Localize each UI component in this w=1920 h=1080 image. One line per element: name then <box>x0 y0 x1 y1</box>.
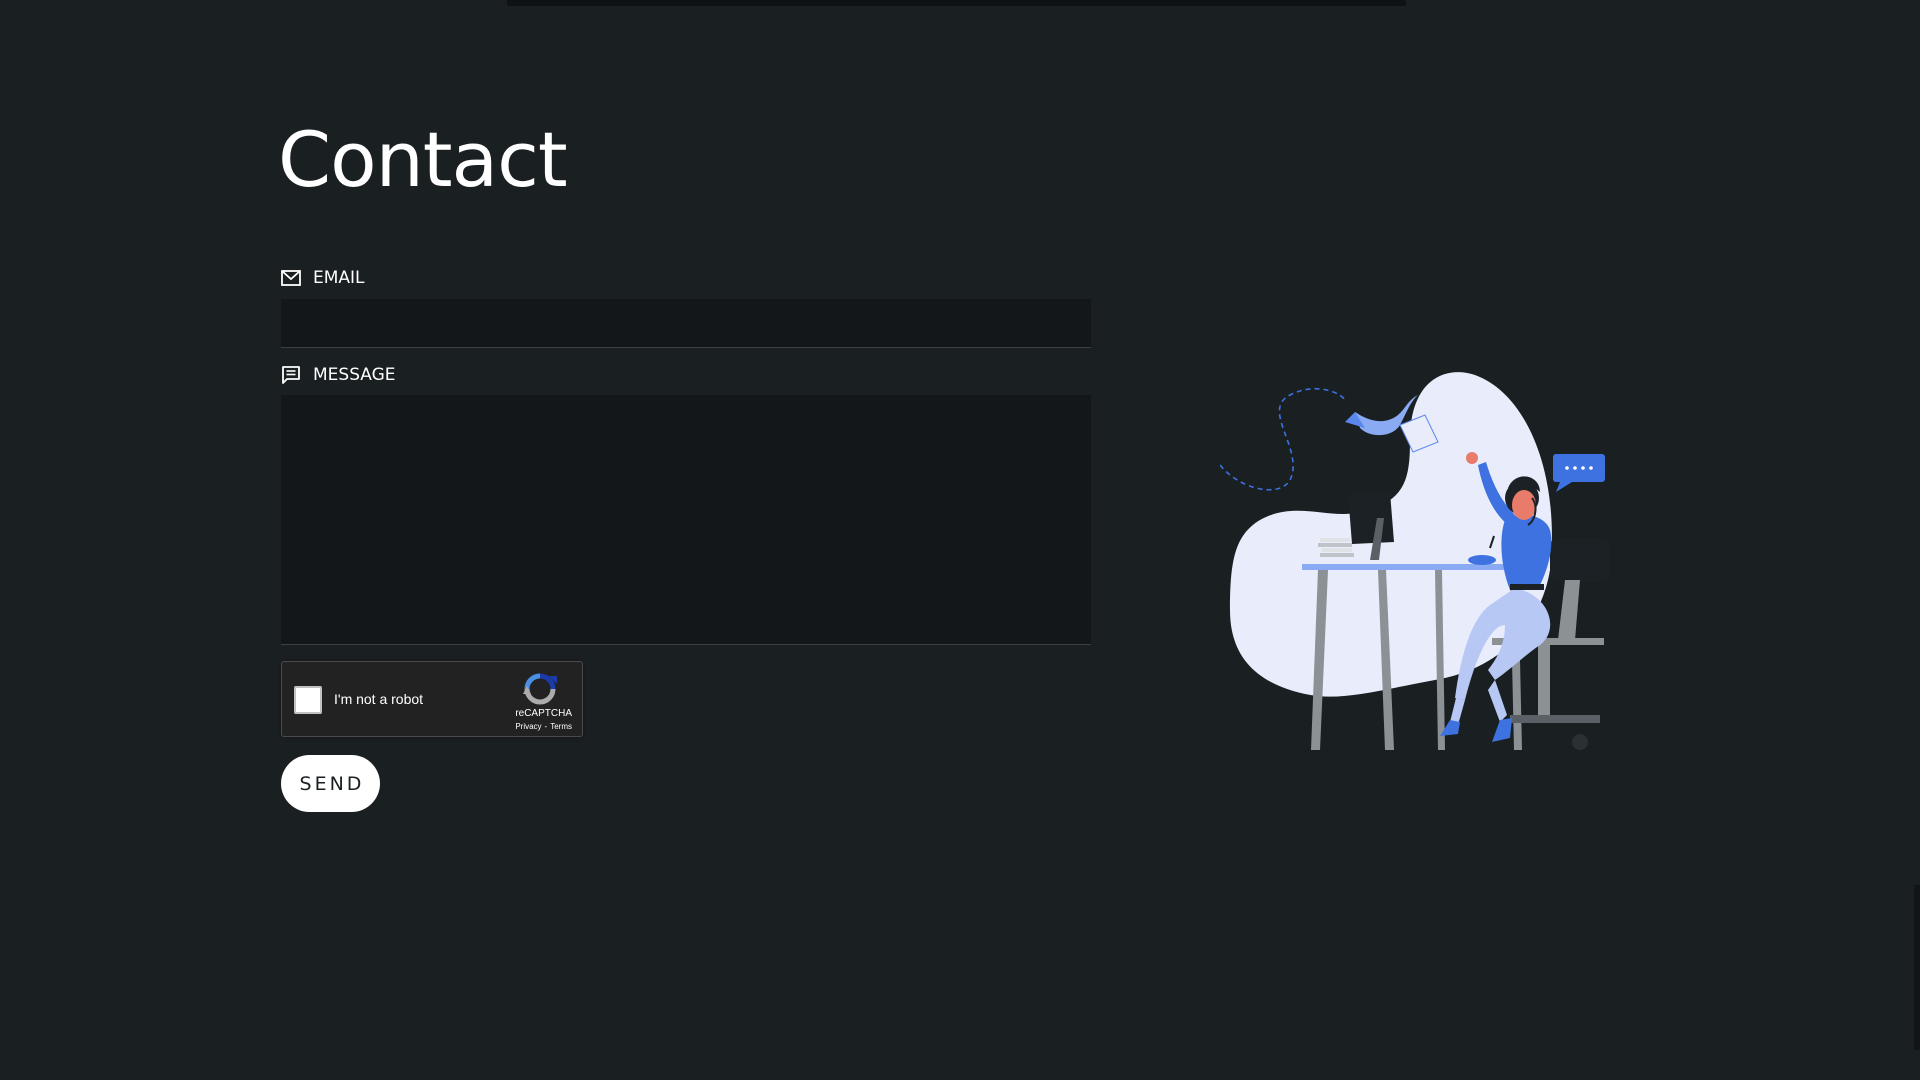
recaptcha-widget: I'm not a robot reCAPTCHA Privacy - Term… <box>281 661 583 737</box>
email-label-text: EMAIL <box>313 268 365 288</box>
message-label: MESSAGE <box>281 365 396 385</box>
recaptcha-brand: reCAPTCHA <box>515 708 572 719</box>
scrollbar[interactable] <box>1914 885 1920 1050</box>
recaptcha-privacy-link[interactable]: Privacy <box>515 722 541 731</box>
send-button[interactable]: SEND <box>281 755 380 812</box>
email-field[interactable] <box>281 299 1091 348</box>
recaptcha-logo-icon <box>522 672 558 706</box>
recaptcha-link-separator: - <box>544 722 548 731</box>
contact-page: Contact EMAIL MESSAGE I'm not a robot re… <box>0 0 1920 1080</box>
recaptcha-label: I'm not a robot <box>334 691 424 707</box>
contact-support-illustration <box>1220 372 1610 750</box>
recaptcha-terms-link[interactable]: Terms <box>550 722 572 731</box>
top-divider <box>507 0 1406 6</box>
message-field[interactable] <box>281 395 1091 645</box>
recaptcha-checkbox[interactable] <box>294 686 322 714</box>
page-title: Contact <box>278 115 568 204</box>
mail-icon <box>281 270 301 286</box>
recaptcha-links: Privacy - Terms <box>515 722 572 731</box>
message-icon <box>281 365 301 385</box>
email-label: EMAIL <box>281 268 365 288</box>
message-label-text: MESSAGE <box>313 365 396 385</box>
